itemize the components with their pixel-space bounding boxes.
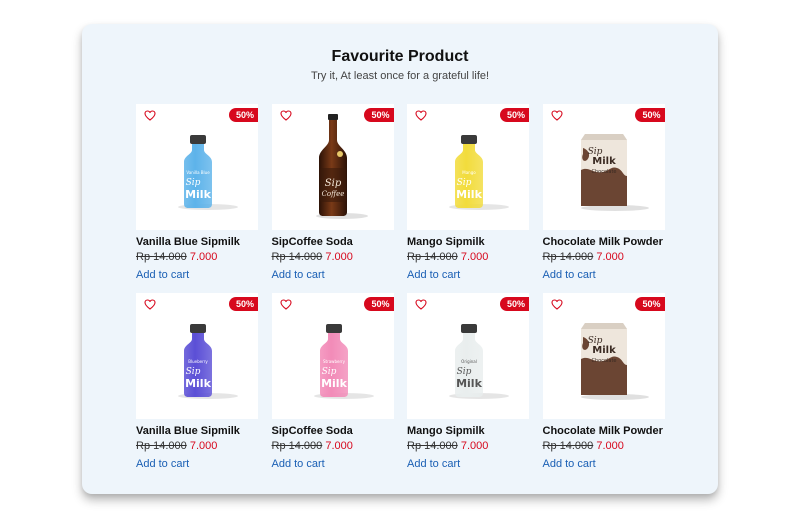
svg-text:Chocolate: Chocolate xyxy=(591,169,616,175)
product-prices: Rp 14.000 7.000 xyxy=(407,440,529,452)
discount-badge: 50% xyxy=(364,297,394,311)
svg-text:Blueberry: Blueberry xyxy=(188,359,208,364)
svg-text:Milk: Milk xyxy=(456,377,482,390)
add-to-cart-link[interactable]: Add to cart xyxy=(407,269,529,281)
heart-icon[interactable] xyxy=(279,299,292,310)
old-price: Rp 14.000 xyxy=(271,251,323,263)
product-grid: Vanilla Blue Sip Milk 50% Vanilla Blue S… xyxy=(136,104,665,470)
product-prices: Rp 14.000 7.000 xyxy=(272,251,394,263)
product-card[interactable]: Blueberry Sip Milk 50% Vanilla Blue Sipm… xyxy=(136,293,258,470)
heart-icon[interactable] xyxy=(279,110,292,121)
product-prices: Rp 14.000 7.000 xyxy=(407,251,529,263)
svg-text:Strawberry: Strawberry xyxy=(322,359,345,364)
discount-badge: 50% xyxy=(635,108,665,122)
product-image-box[interactable]: Vanilla Blue Sip Milk 50% xyxy=(136,104,258,230)
product-name[interactable]: SipCoffee Soda xyxy=(272,236,394,248)
product-image-box[interactable]: Original Sip Milk 50% xyxy=(407,293,529,419)
product-image-box[interactable]: Blueberry Sip Milk 50% xyxy=(136,293,258,419)
product-card[interactable]: Sip Milk Chocolate 50% Chocolate Milk Po… xyxy=(542,104,665,281)
svg-text:Sip: Sip xyxy=(324,178,341,189)
svg-text:Coffee: Coffee xyxy=(321,190,344,198)
product-prices: Rp 14.000 7.000 xyxy=(136,440,258,452)
product-prices: Rp 14.000 7.000 xyxy=(272,440,394,452)
product-card[interactable]: Original Sip Milk 50% Mango Sipmilk Rp 1… xyxy=(407,293,529,470)
add-to-cart-link[interactable]: Add to cart xyxy=(136,458,258,470)
discount-badge: 50% xyxy=(228,297,258,311)
product-name[interactable]: SipCoffee Soda xyxy=(272,425,394,437)
svg-text:Milk: Milk xyxy=(185,188,211,201)
old-price: Rp 14.000 xyxy=(136,440,187,452)
product-prices: Rp 14.000 7.000 xyxy=(543,251,665,263)
product-image-box[interactable]: Sip Coffee 50% xyxy=(271,104,394,230)
product-image-box[interactable]: Strawberry Sip Milk 50% xyxy=(271,293,394,419)
svg-text:Milk: Milk xyxy=(456,188,482,201)
old-price: Rp 14.000 xyxy=(407,251,458,263)
heart-icon[interactable] xyxy=(550,299,563,310)
svg-text:Original: Original xyxy=(461,359,477,364)
svg-text:Chocolate: Chocolate xyxy=(591,358,616,364)
discount-badge: 50% xyxy=(228,108,258,122)
product-card[interactable]: Vanilla Blue Sip Milk 50% Vanilla Blue S… xyxy=(136,104,258,281)
product-name[interactable]: Vanilla Blue Sipmilk xyxy=(136,425,258,437)
new-price: 7.000 xyxy=(460,251,489,263)
product-name[interactable]: Chocolate Milk Powder xyxy=(543,425,665,437)
product-prices: Rp 14.000 7.000 xyxy=(136,251,258,263)
old-price: Rp 14.000 xyxy=(271,440,323,452)
new-price: 7.000 xyxy=(460,440,489,452)
heart-icon[interactable] xyxy=(144,110,156,121)
add-to-cart-link[interactable]: Add to cart xyxy=(543,458,665,470)
favourite-product-card: Favourite Product Try it, At least once … xyxy=(82,24,718,494)
old-price: Rp 14.000 xyxy=(136,251,187,263)
new-price: 7.000 xyxy=(189,440,218,452)
discount-badge: 50% xyxy=(499,108,529,122)
add-to-cart-link[interactable]: Add to cart xyxy=(136,269,258,281)
new-price: 7.000 xyxy=(189,251,218,263)
product-name[interactable]: Mango Sipmilk xyxy=(407,425,529,437)
svg-text:Sip: Sip xyxy=(457,178,472,188)
discount-badge: 50% xyxy=(635,297,665,311)
section-subtitle: Try it, At least once for a grateful lif… xyxy=(310,70,490,82)
heart-icon[interactable] xyxy=(415,299,427,310)
product-name[interactable]: Vanilla Blue Sipmilk xyxy=(136,236,258,248)
product-name[interactable]: Chocolate Milk Powder xyxy=(543,236,665,248)
heart-icon[interactable] xyxy=(550,110,563,121)
product-image-box[interactable]: Sip Milk Chocolate 50% xyxy=(542,104,665,230)
add-to-cart-link[interactable]: Add to cart xyxy=(272,269,394,281)
discount-badge: 50% xyxy=(499,297,529,311)
product-prices: Rp 14.000 7.000 xyxy=(543,440,665,452)
product-card[interactable]: Sip Milk Chocolate 50% Chocolate Milk Po… xyxy=(542,293,665,470)
svg-text:Sip: Sip xyxy=(457,367,472,377)
new-price: 7.000 xyxy=(596,440,624,452)
new-price: 7.000 xyxy=(325,251,353,263)
product-image-box[interactable]: Sip Milk Chocolate 50% xyxy=(542,293,665,419)
product-card[interactable]: Mango Sip Milk 50% Mango Sipmilk Rp 14.0… xyxy=(407,104,529,281)
product-name[interactable]: Mango Sipmilk xyxy=(407,236,529,248)
svg-text:Sip: Sip xyxy=(186,178,201,188)
svg-text:Milk: Milk xyxy=(321,377,347,390)
heart-icon[interactable] xyxy=(144,299,156,310)
old-price: Rp 14.000 xyxy=(407,440,458,452)
svg-text:Sip: Sip xyxy=(186,367,201,377)
add-to-cart-link[interactable]: Add to cart xyxy=(543,269,665,281)
new-price: 7.000 xyxy=(325,440,353,452)
product-card[interactable]: Strawberry Sip Milk 50% SipCoffee Soda R… xyxy=(271,293,394,470)
heart-icon[interactable] xyxy=(415,110,427,121)
svg-text:Sip: Sip xyxy=(321,367,336,377)
product-image-box[interactable]: Mango Sip Milk 50% xyxy=(407,104,529,230)
old-price: Rp 14.000 xyxy=(542,251,594,263)
add-to-cart-link[interactable]: Add to cart xyxy=(407,458,529,470)
svg-text:Mango: Mango xyxy=(462,170,476,175)
svg-text:Milk: Milk xyxy=(592,345,616,356)
add-to-cart-link[interactable]: Add to cart xyxy=(272,458,394,470)
old-price: Rp 14.000 xyxy=(542,440,594,452)
discount-badge: 50% xyxy=(364,108,394,122)
svg-text:Milk: Milk xyxy=(592,156,616,167)
new-price: 7.000 xyxy=(596,251,624,263)
product-card[interactable]: Sip Coffee 50% SipCoffee Soda Rp 14.000 … xyxy=(271,104,394,281)
svg-text:Vanilla Blue: Vanilla Blue xyxy=(186,170,210,175)
section-title: Favourite Product xyxy=(331,48,469,65)
svg-text:Milk: Milk xyxy=(185,377,211,390)
